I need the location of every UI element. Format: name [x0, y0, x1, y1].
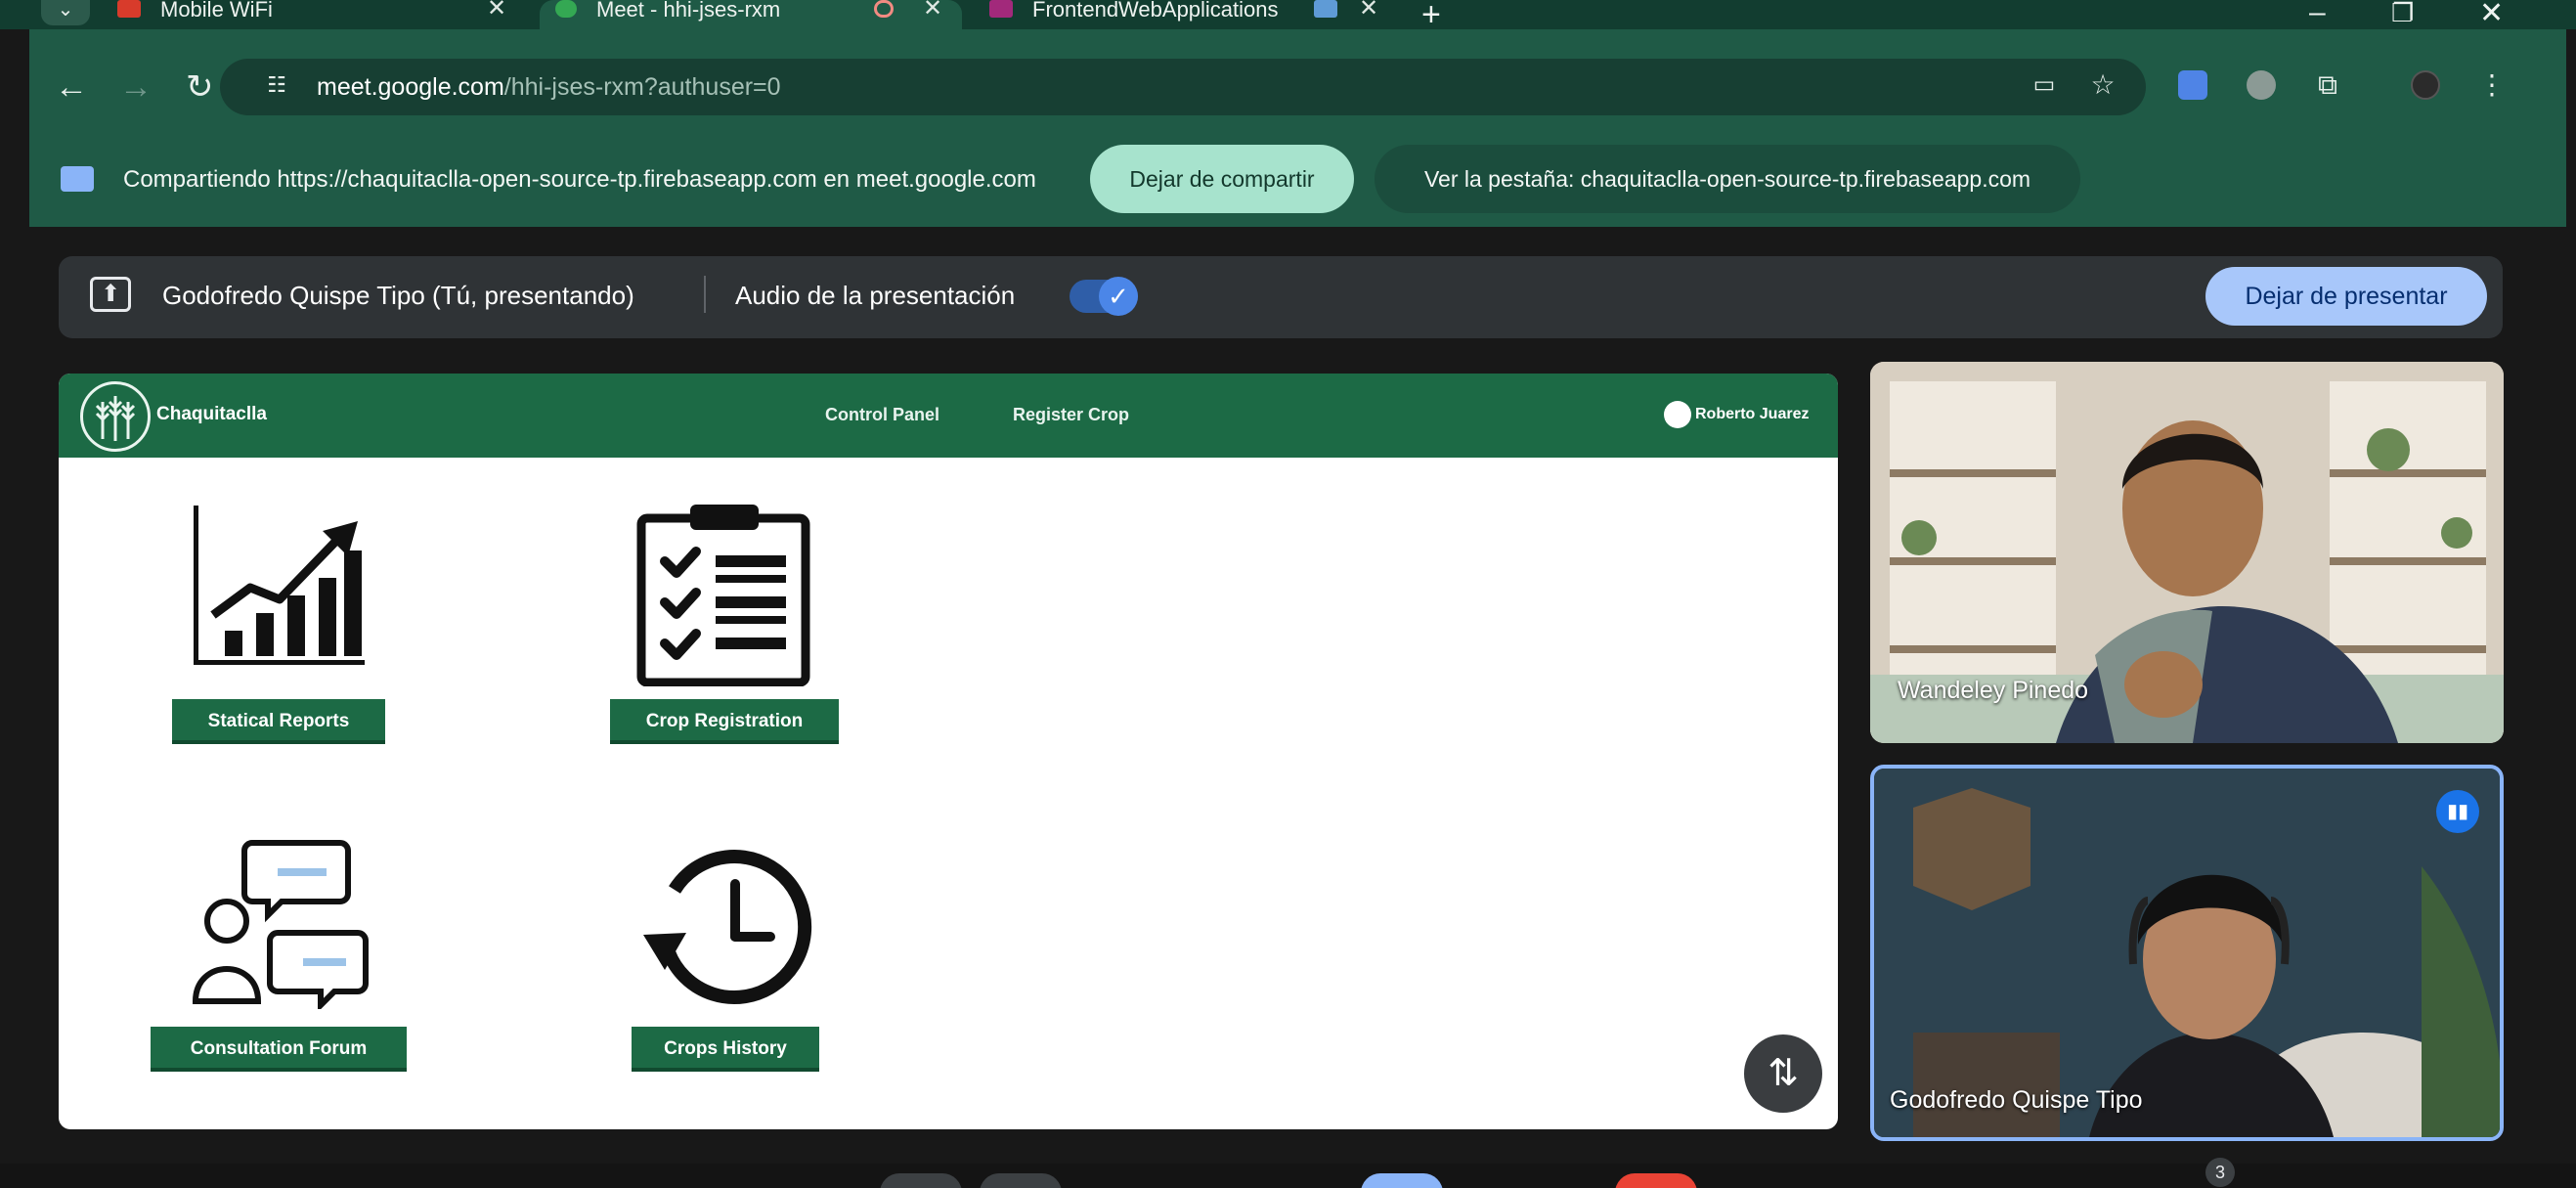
participant-name: Godofredo Quispe Tipo: [1890, 1086, 2143, 1114]
tab-title: Mobile WiFi: [160, 0, 273, 22]
participant-count-badge: 3: [2205, 1158, 2235, 1187]
user-account-icon[interactable]: [1664, 401, 1691, 428]
tab-frontend[interactable]: FrontendWebApplications ✕: [978, 0, 1398, 29]
minimize-icon[interactable]: –: [2309, 0, 2326, 29]
meet-icon: [555, 0, 577, 18]
meet-controls-bar: [0, 1164, 2576, 1188]
presentation-audio-label: Audio de la presentación: [735, 281, 1016, 310]
extension-icon[interactable]: [2247, 70, 2276, 100]
participant-video-tile[interactable]: Wandeley Pinedo: [1870, 362, 2504, 743]
bookmark-star-icon[interactable]: ☆: [2088, 70, 2118, 100]
translate-extension-icon[interactable]: [2178, 70, 2207, 100]
forward-arrow-icon[interactable]: →: [119, 70, 153, 104]
restore-icon[interactable]: ❐: [2391, 0, 2414, 28]
speaking-indicator-icon: ▮▮: [2436, 790, 2479, 833]
chart-growth-icon[interactable]: [186, 506, 371, 677]
divider: [704, 276, 706, 313]
huawei-icon: [117, 0, 141, 18]
tab-title: FrontendWebApplications: [1032, 0, 1279, 22]
present-button[interactable]: [1361, 1173, 1443, 1188]
present-screen-icon: ⬆: [90, 277, 131, 312]
presentation-audio-toggle[interactable]: ✓: [1070, 277, 1138, 316]
sharing-icon: [1314, 0, 1337, 18]
tab-close-button[interactable]: ✕: [923, 0, 942, 21]
tab-mobile-wifi[interactable]: Mobile WiFi ✕: [108, 0, 538, 29]
url-host: meet.google.com: [317, 73, 504, 101]
statical-reports-button[interactable]: Statical Reports: [172, 699, 385, 744]
participant-video-tile-self[interactable]: Godofredo Quispe Tipo: [1870, 765, 2504, 1141]
reload-icon[interactable]: ↻: [186, 70, 214, 104]
tab-search-button[interactable]: ⌄: [41, 0, 90, 25]
profile-avatar[interactable]: [2411, 70, 2440, 100]
extensions-puzzle-icon[interactable]: ⧉: [2313, 70, 2342, 100]
menu-kebab-icon[interactable]: ⋮: [2477, 70, 2507, 100]
tab-close-button[interactable]: ✕: [487, 0, 506, 21]
app-icon: [989, 0, 1013, 18]
close-window-icon[interactable]: ✕: [2479, 0, 2504, 30]
user-name[interactable]: Roberto Juarez: [1695, 406, 1809, 423]
video-feed: [1874, 769, 2500, 1137]
recording-icon: [874, 0, 894, 18]
checkmark-icon: ✓: [1099, 277, 1138, 316]
site-settings-icon[interactable]: ☷: [262, 70, 291, 100]
wheat-logo-icon: [80, 381, 151, 452]
clipboard-checklist-icon[interactable]: [635, 501, 811, 686]
screen: ⌄ Mobile WiFi ✕ Meet - hhi-jses-rxm ✕ Fr…: [0, 0, 2576, 1188]
leave-call-button[interactable]: [1615, 1173, 1697, 1188]
url-text: meet.google.com/hhi-jses-rxm?authuser=0: [317, 73, 781, 102]
consultation-forum-button[interactable]: Consultation Forum: [151, 1027, 407, 1072]
url-path: /hhi-jses-rxm?authuser=0: [503, 73, 781, 101]
back-arrow-icon[interactable]: ←: [55, 70, 88, 104]
history-clock-icon[interactable]: [637, 833, 813, 1009]
tab-meet[interactable]: Meet - hhi-jses-rxm ✕: [540, 0, 962, 29]
stop-presenting-button[interactable]: Dejar de presentar: [2205, 267, 2487, 326]
stop-sharing-button[interactable]: Dejar de compartir: [1090, 145, 1354, 213]
app-navbar: Chaquitaclla Control Panel Register Crop…: [59, 374, 1838, 458]
nav-control-panel[interactable]: Control Panel: [825, 405, 939, 425]
nav-register-crop[interactable]: Register Crop: [1013, 405, 1129, 425]
tab-close-button[interactable]: ✕: [1359, 0, 1378, 21]
share-status-text: Compartiendo https://chaquitaclla-open-s…: [123, 166, 1036, 193]
swap-arrows-icon[interactable]: ⇅: [1744, 1034, 1822, 1113]
participant-name: Wandeley Pinedo: [1898, 677, 2089, 704]
shared-screen: Chaquitaclla Control Panel Register Crop…: [59, 374, 1838, 1129]
camera-in-use-icon[interactable]: ▭: [2030, 70, 2059, 100]
crop-registration-button[interactable]: Crop Registration: [610, 699, 839, 744]
view-shared-tab-button[interactable]: Ver la pestaña: chaquitaclla-open-source…: [1375, 145, 2080, 213]
tab-title: Meet - hhi-jses-rxm: [596, 0, 781, 22]
forum-chat-icon[interactable]: [188, 833, 373, 1009]
microphone-button[interactable]: [880, 1173, 962, 1188]
crops-history-button[interactable]: Crops History: [632, 1027, 819, 1072]
presenter-name: Godofredo Quispe Tipo (Tú, presentando): [162, 281, 634, 310]
screen-share-icon: [61, 166, 94, 192]
brand-name: Chaquitaclla: [156, 404, 267, 424]
camera-button[interactable]: [980, 1173, 1062, 1188]
